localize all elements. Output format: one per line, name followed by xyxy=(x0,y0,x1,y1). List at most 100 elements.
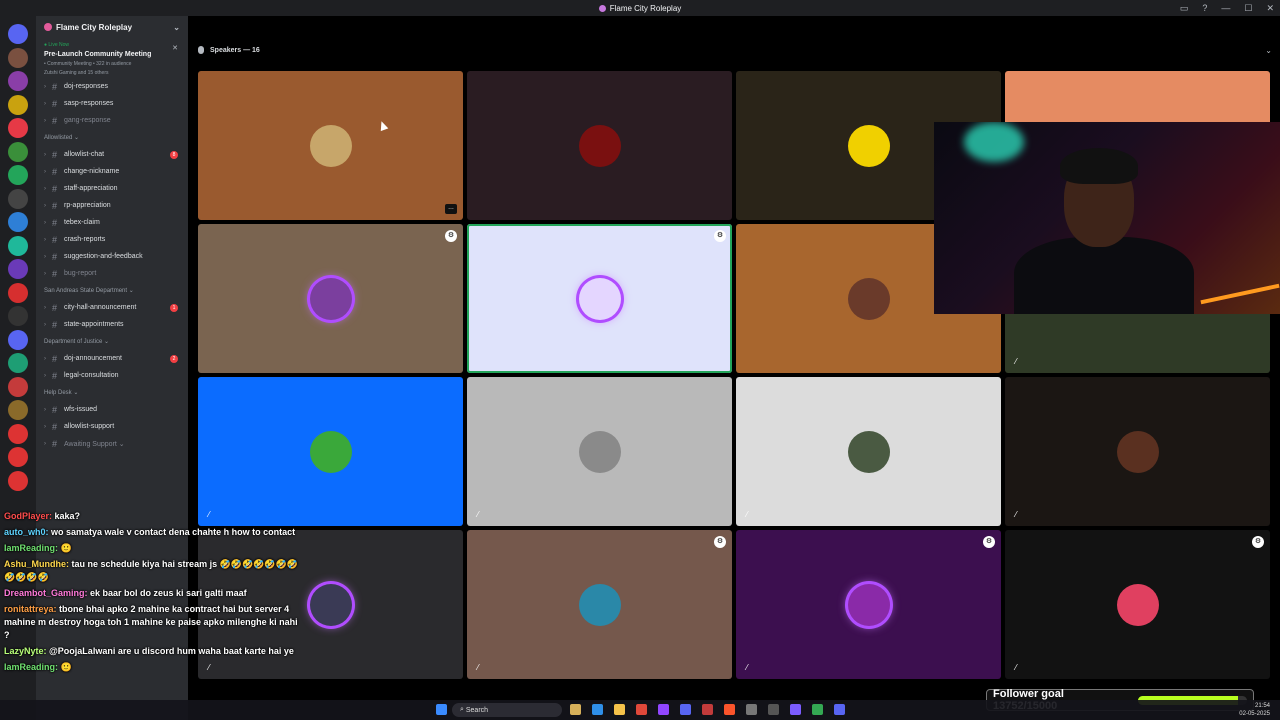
taskbar-search[interactable]: ⌕ Search xyxy=(452,703,562,717)
settings-icon[interactable]: ⚙ xyxy=(445,230,457,242)
channel-gang-response[interactable]: › # gang-response xyxy=(36,112,188,129)
server-header[interactable]: Flame City Roleplay ⌄ xyxy=(36,16,188,38)
chrome-icon[interactable] xyxy=(812,704,823,715)
app-icon[interactable] xyxy=(790,704,801,715)
server-icon[interactable] xyxy=(8,400,28,420)
settings-icon[interactable]: ⚙ xyxy=(1252,536,1264,548)
settings-icon[interactable]: ⚙ xyxy=(714,536,726,548)
server-icon[interactable] xyxy=(8,470,28,491)
channel-allowlist-chat[interactable]: › # allowlist-chat 8 xyxy=(36,146,188,163)
chat-username: ronitattreya: xyxy=(4,604,57,614)
server-icon[interactable] xyxy=(8,212,28,232)
hashtag-icon: # xyxy=(52,251,58,262)
settings-icon[interactable]: ⚙ xyxy=(714,230,726,242)
widgets-icon[interactable] xyxy=(570,704,581,715)
maximize-button[interactable]: ☐ xyxy=(1244,3,1252,14)
channel-legal-consultation[interactable]: › # legal-consultation xyxy=(36,367,188,384)
speaker-tile[interactable]: … xyxy=(198,71,463,220)
category-help-desk[interactable]: Help Desk ⌄ xyxy=(36,384,188,401)
chevron-down-icon[interactable]: ⌄ xyxy=(173,23,180,32)
more-options-icon[interactable]: … xyxy=(445,204,457,214)
speaker-tile[interactable]: ⁄ xyxy=(1005,377,1270,526)
hashtag-icon: # xyxy=(52,438,58,449)
server-icon[interactable] xyxy=(8,235,28,256)
hashtag-icon: # xyxy=(52,421,58,432)
app-icon[interactable] xyxy=(746,704,757,715)
stage-participants: Zutshi Gaming and 15 others xyxy=(44,70,109,76)
edge-icon[interactable] xyxy=(592,704,603,715)
chrome-icon[interactable] xyxy=(636,704,647,715)
server-icon[interactable] xyxy=(8,306,28,326)
server-icon[interactable] xyxy=(8,71,28,91)
stage-live-card[interactable]: ● Live Now Pre-Launch Community Meeting … xyxy=(36,38,188,78)
hashtag-icon: # xyxy=(52,302,58,313)
server-icon[interactable] xyxy=(8,188,28,209)
discord-icon[interactable] xyxy=(834,704,845,715)
channel-city-hall-announcement[interactable]: › # city-hall-announcement 1 xyxy=(36,299,188,316)
speakers-label: Speakers — 16 xyxy=(210,46,260,54)
server-icon[interactable] xyxy=(8,353,28,373)
close-icon[interactable]: ✕ xyxy=(172,44,178,52)
speaker-tile[interactable]: ⚙ xyxy=(467,224,732,373)
channel-wfs-issued[interactable]: › # wfs-issued xyxy=(36,401,188,418)
microphone-icon xyxy=(198,46,204,54)
speaker-tile[interactable]: ⚙ ⁄ xyxy=(467,530,732,679)
server-icon[interactable] xyxy=(8,282,28,303)
server-icon[interactable] xyxy=(8,423,28,444)
speaker-tile[interactable]: ⁄ xyxy=(467,377,732,526)
chevron-right-icon: › xyxy=(44,202,46,209)
channel-name: staff-appreciation xyxy=(64,185,118,192)
channel-allowlist-support[interactable]: › # allowlist-support xyxy=(36,418,188,435)
server-icon[interactable] xyxy=(8,376,28,397)
server-icon[interactable] xyxy=(8,447,28,467)
inbox-icon[interactable]: ▭ xyxy=(1180,3,1189,14)
category-allowlisted[interactable]: Allowlisted ⌄ xyxy=(36,129,188,146)
windows-start-icon[interactable] xyxy=(436,704,447,715)
window-title: Flame City Roleplay xyxy=(609,3,682,13)
app-icon[interactable] xyxy=(768,704,779,715)
settings-icon[interactable]: ⚙ xyxy=(983,536,995,548)
speaker-tile[interactable]: ⚙ ⁄ xyxy=(736,530,1001,679)
channel-staff-appreciation[interactable]: › # staff-appreciation xyxy=(36,180,188,197)
channel-bug-report[interactable]: › # bug-report xyxy=(36,265,188,282)
hashtag-icon: # xyxy=(52,115,58,126)
channel-rp-appreciation[interactable]: › # rp-appreciation xyxy=(36,197,188,214)
chevron-down-icon[interactable]: ⌄ xyxy=(1265,46,1272,55)
category-doj[interactable]: Department of Justice ⌄ xyxy=(36,333,188,350)
channel-doj-announcement[interactable]: › # doj-announcement 2 xyxy=(36,350,188,367)
server-icon[interactable] xyxy=(8,329,28,350)
channel-state-appointments[interactable]: › # state-appointments xyxy=(36,316,188,333)
server-icon[interactable] xyxy=(8,141,28,162)
twitch-icon[interactable] xyxy=(658,704,669,715)
server-icon[interactable] xyxy=(8,47,28,68)
server-icon[interactable] xyxy=(8,24,28,44)
channel-sasp-responses[interactable]: › # sasp-responses xyxy=(36,95,188,112)
app-icon[interactable] xyxy=(702,704,713,715)
channel-suggestion-and-feedback[interactable]: › # suggestion-and-feedback xyxy=(36,248,188,265)
channel-awaiting-support-[interactable]: › # Awaiting Support ⌄ xyxy=(36,435,188,452)
speaker-tile[interactable]: ⁄ xyxy=(736,377,1001,526)
taskbar-clock[interactable]: 21:54 02-05-2025 xyxy=(1239,702,1270,718)
channel-crash-reports[interactable]: › # crash-reports xyxy=(36,231,188,248)
stream-chat-overlay: GodPlayer: kaka? auto_wh0: wo samatya wal… xyxy=(4,510,304,677)
close-button[interactable]: ✕ xyxy=(1266,3,1274,14)
minimize-button[interactable]: — xyxy=(1221,3,1230,13)
server-icon[interactable] xyxy=(8,165,28,185)
speaker-tile[interactable]: ⚙ xyxy=(198,224,463,373)
speaker-tile[interactable]: ⚙ ⁄ xyxy=(1005,530,1270,679)
file-explorer-icon[interactable] xyxy=(614,704,625,715)
category-sa-state[interactable]: San Andreas State Department ⌄ xyxy=(36,282,188,299)
brave-icon[interactable] xyxy=(724,704,735,715)
channel-change-nickname[interactable]: › # change-nickname xyxy=(36,163,188,180)
speaker-tile[interactable]: ⁄ xyxy=(198,377,463,526)
server-icon[interactable] xyxy=(8,94,28,115)
discord-icon[interactable] xyxy=(680,704,691,715)
channel-doj-responses[interactable]: › # doj-responses xyxy=(36,78,188,95)
channel-tebex-claim[interactable]: › # tebex-claim xyxy=(36,214,188,231)
server-icon[interactable] xyxy=(8,259,28,279)
server-icon[interactable] xyxy=(8,118,28,138)
speaker-tile[interactable] xyxy=(467,71,732,220)
help-icon[interactable]: ? xyxy=(1202,3,1207,13)
chat-text: 🙂 xyxy=(60,543,72,553)
stage-title: Pre-Launch Community Meeting xyxy=(44,51,152,58)
